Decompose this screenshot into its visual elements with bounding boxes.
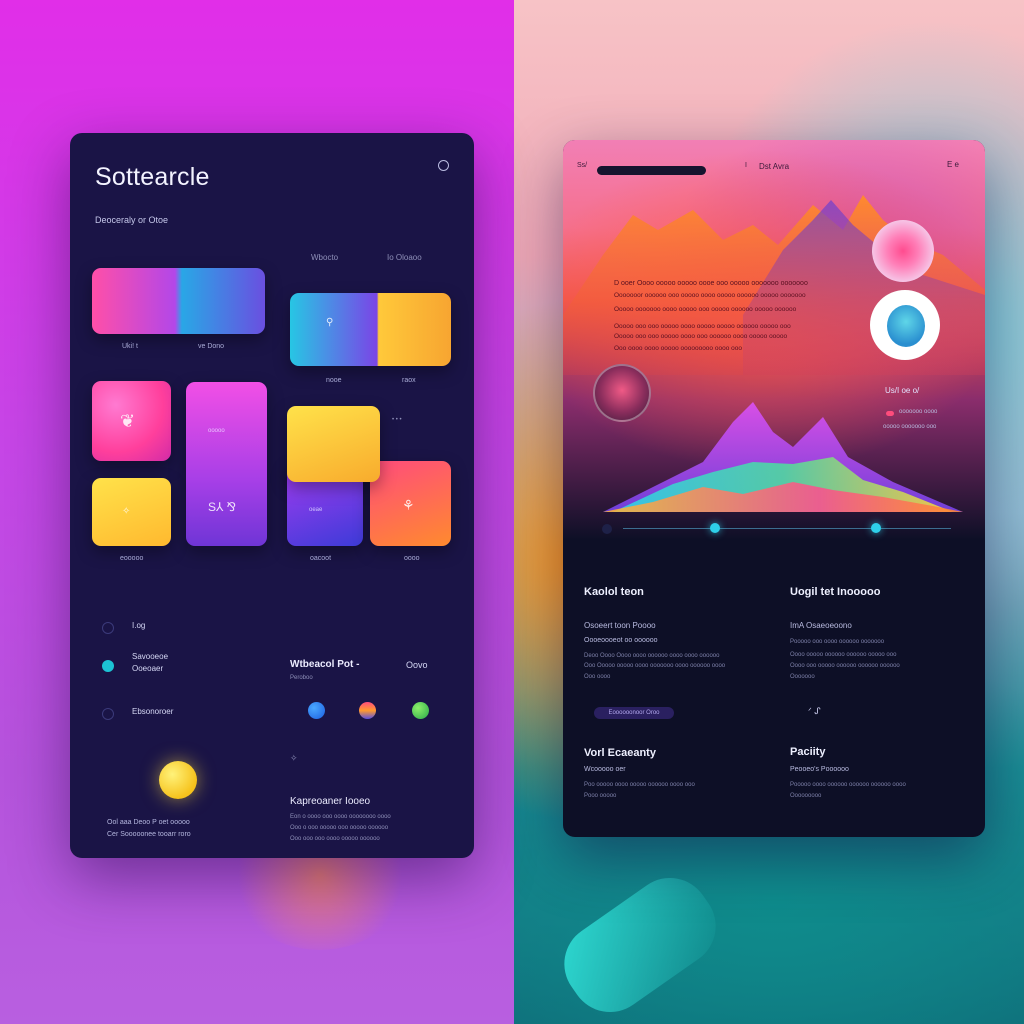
body-line: Pooooo ooo oooo oooooo ooooooo (790, 639, 885, 645)
list-item[interactable]: Ebsonoroer (100, 705, 260, 725)
side-stat: • • • (392, 417, 402, 423)
body-line: Ooo Ooooo ooooo oooo ooooooo oooo oooooo… (584, 663, 726, 669)
menu-icon[interactable]: I (745, 162, 747, 169)
yellow-orb-button[interactable] (159, 761, 197, 799)
face-icon (887, 305, 925, 347)
sparkle-icon: ✧ (290, 753, 298, 763)
tile-caption: raox (402, 377, 416, 384)
body-line: Oooo ooo ooooo oooooo oooooo oooooo (790, 663, 900, 669)
tile-caption: oooo (404, 555, 420, 562)
tag-chip[interactable]: Eoooooonoor Oroo (594, 707, 674, 719)
body-line: Pooooo oooo oooooo oooooo oooooo oooo (790, 782, 906, 788)
section-aside: Oovo (406, 660, 428, 670)
timeline-slider-track[interactable] (623, 528, 951, 529)
section-title: Uogil tet Inooooo (790, 586, 881, 598)
gradient-banner-tile[interactable] (92, 268, 265, 334)
circle-icon (102, 708, 114, 720)
body-line: Ooo oooo (584, 674, 611, 680)
list-item-label: I.og (132, 621, 146, 630)
blue-swatch[interactable] (308, 702, 325, 719)
tile-caption: Uki! t (122, 343, 138, 350)
sparkle-icon: ✧ (122, 506, 131, 517)
topbar-nav[interactable]: Dst Avra (759, 162, 789, 171)
signature-icon: S⅄ ⅋ (208, 500, 237, 514)
slider-handle[interactable] (870, 523, 881, 533)
body-line: Eon o oooo ooo oooo oooooooo oooo (290, 814, 391, 820)
section-subtitle: Osoeert toon Poooo (584, 621, 656, 630)
list-item-label: Savooeoe (132, 652, 169, 661)
figure-tile[interactable]: ⚘ (370, 461, 451, 546)
body-line: Pooo ooooo (584, 793, 617, 799)
list-item-label: Ebsonoroer (132, 707, 174, 716)
teal-dot-icon (102, 660, 114, 672)
section-title: Kapreoaner Iooeo (290, 796, 371, 807)
slider-handle[interactable] (709, 523, 720, 533)
hero-text-line: Ooo oooo oooo ooooo ooooooooo oooo ooo (614, 345, 742, 352)
body-line: Ooo ooo ooo oooo ooooo oooooo (290, 836, 380, 842)
yellow-card-tile[interactable] (287, 406, 380, 482)
info-icon[interactable] (438, 160, 449, 171)
section-subtitle: ImA Osaeoeoono (790, 621, 852, 630)
section-subtitle: Peooeo's Poooooo (790, 766, 849, 773)
sparkle-tile[interactable]: ✧ (92, 478, 171, 546)
tile-label: ooooo (208, 428, 225, 434)
app-brand-title: Sottearcle (95, 163, 210, 191)
search-icon: ⚲ (326, 317, 334, 328)
tile-caption: oacoot (310, 555, 332, 562)
hero-text-line: Ooooo ooo ooo ooooo oooo ooooo ooooo ooo… (614, 323, 791, 330)
body-line: Ooooooo (790, 674, 815, 680)
hero-text-line: Ooooo ooo ooo ooooo oooo ooo oooooo oooo… (614, 333, 788, 340)
flamingo-icon: ❦ (120, 411, 136, 431)
section-subtitle: Peroboo (290, 675, 313, 681)
section-title: Kaolol teon (584, 586, 644, 598)
column-header-b: Io Oloaoo (387, 253, 422, 262)
body-line: Ooo o ooo ooooo ooo ooooo oooooo (290, 825, 389, 831)
pink-orb-avatar[interactable] (872, 220, 934, 282)
list-item[interactable]: I.og (100, 619, 260, 639)
section-title: Vorl Ecaeanty (584, 747, 656, 759)
user-avatar[interactable] (870, 290, 940, 360)
app-subtitle: Deoceraly or Otoe (95, 215, 169, 225)
search-bar[interactable] (597, 166, 706, 175)
section-subtitle: Oooeoooeot oo oooooo (584, 637, 658, 644)
green-swatch[interactable] (412, 702, 429, 719)
column-header-a: Wbocto (311, 253, 339, 262)
hero-text-line: Ooooooor oooooo ooo ooooo oooo ooooo ooo… (614, 292, 806, 299)
body-line: Oooo ooooo oooooo oooooo ooooo ooo (790, 652, 897, 658)
footer-text: Cer Sooooonee tooarr roro (107, 831, 191, 838)
body-line: Poo ooooo oooo ooooo oooooo oooo ooo (584, 782, 695, 788)
side-label: Us/I oe o/ (885, 386, 920, 395)
hero-text-line: Ooooo ooooooo oooo ooooo ooo ooooo ooooo… (614, 306, 797, 313)
list-item[interactable]: Savooeoe Ooeoaer (100, 650, 260, 680)
body-line: Deoo Oooo Oooo oooo oooooo oooo oooo ooo… (584, 653, 720, 659)
slider-start-icon (602, 524, 612, 534)
topbar-label: Ss/ (577, 162, 588, 169)
footer-text: Ool aaa Deoo P oet ooooo (107, 819, 190, 826)
topbar-actions[interactable]: E e (947, 160, 959, 169)
section-title: Paciity (790, 746, 826, 758)
list-item-sublabel: Ooeoaer (132, 664, 164, 673)
body-line: Ooooooooo (790, 793, 822, 799)
right-app-panel: Ss/ I Dst Avra E e D ooer Oooo ooooo ooo… (563, 140, 985, 837)
tile-caption: ve Dono (198, 343, 225, 350)
tool-icons[interactable]: ᐟ ᔑ (808, 706, 821, 717)
gradient-split-tile[interactable]: ⚲ (290, 293, 451, 366)
colorful-wave-graphic (603, 402, 963, 512)
flamingo-tile[interactable]: ❦ (92, 381, 171, 461)
tile-caption: nooe (326, 377, 342, 384)
hero-text-line: D ooer Oooo ooooo ooooo oooe ooo ooooo o… (614, 280, 808, 287)
gradient-swatch[interactable] (359, 702, 376, 719)
signature-tile[interactable]: ooooo S⅄ ⅋ (186, 382, 267, 546)
left-app-panel: Sottearcle Deoceraly or Otoe Wbocto Io O… (70, 133, 474, 858)
section-subtitle: Wcooooo oer (584, 766, 626, 773)
tile-caption: eooooo (120, 555, 144, 562)
tile-label: oeae (309, 507, 323, 513)
figure-icon: ⚘ (402, 497, 415, 513)
section-title: Wtbeacol Pot - (290, 659, 360, 670)
circle-icon (102, 622, 114, 634)
